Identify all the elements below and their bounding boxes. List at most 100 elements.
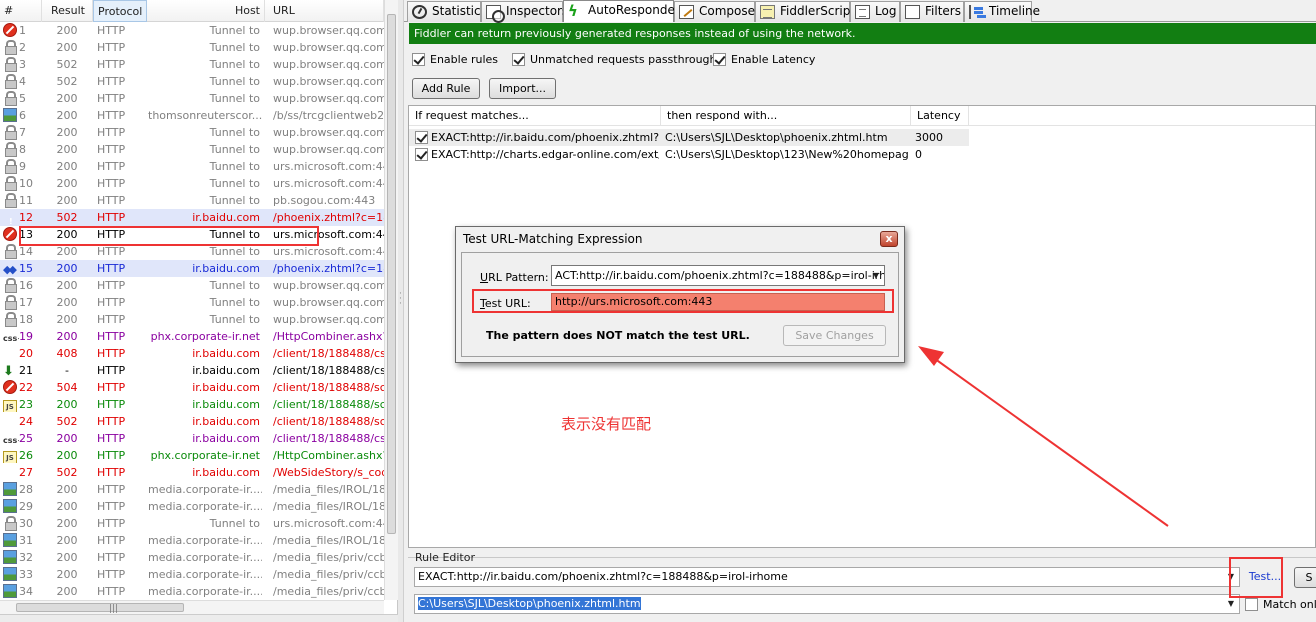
session-row[interactable]: 2 200 HTTP Tunnel to wup.browser.qq.com: xyxy=(0,39,384,56)
column-header-result[interactable]: Result xyxy=(47,0,93,22)
session-row[interactable]: 16 200 HTTP Tunnel to wup.browser.qq.com: xyxy=(0,277,384,294)
session-row[interactable]: ◆◆ 15 200 HTTP ir.baidu.com/phoenix.zhtml?c=… xyxy=(0,260,384,277)
column-header-respond[interactable]: then respond with... xyxy=(661,106,911,126)
session-url: /media_files/priv/ccbn xyxy=(273,585,384,598)
column-header-match[interactable]: If request matches... xyxy=(409,106,661,126)
scrollbar-thumb[interactable] xyxy=(387,14,396,534)
tab-statistics[interactable]: Statistics xyxy=(407,1,487,22)
session-protocol: HTTP xyxy=(97,313,126,326)
session-row[interactable]: 5 200 HTTP Tunnel to wup.browser.qq.com: xyxy=(0,90,384,107)
session-icon-cell xyxy=(3,482,19,497)
session-url: wup.browser.qq.com: xyxy=(273,24,384,37)
close-icon[interactable]: x xyxy=(880,231,898,247)
session-row[interactable]: ! 27 502 HTTP ir.baidu.com/WebSideStory/s_co… xyxy=(0,464,384,481)
lock-icon xyxy=(3,176,17,191)
session-result: 502 xyxy=(56,211,78,224)
tab-log[interactable]: Log xyxy=(850,1,900,22)
column-header-latency[interactable]: Latency xyxy=(911,106,969,126)
sessions-horizontal-scrollbar[interactable]: ||| xyxy=(0,600,384,614)
session-row[interactable]: 30 200 HTTP Tunnel to urs.microsoft.com:443 xyxy=(0,515,384,532)
tab-fiddlerscript[interactable]: FiddlerScript xyxy=(755,1,855,22)
session-row[interactable]: 29 200 HTTP media.corporate-ir.... /media_fi… xyxy=(0,498,384,515)
checkbox-icon[interactable] xyxy=(512,52,525,66)
session-host: Tunnel to xyxy=(209,177,260,190)
import-button[interactable]: Import... xyxy=(489,78,556,99)
session-row[interactable]: JS 23 200 HTTP ir.baidu.com/client/18/188488… xyxy=(0,396,384,413)
rule-row[interactable]: EXACT:http://charts.edgar-online.com/ext… xyxy=(409,146,969,163)
dropdown-arrow-icon[interactable]: ▼ xyxy=(870,266,882,285)
session-row[interactable]: 13 200 HTTP Tunnel to urs.microsoft.com:443 xyxy=(0,226,384,243)
session-result: 200 xyxy=(56,41,78,54)
session-row[interactable]: ⬇ 21 - HTTP ir.baidu.com/client/18/188488/cs… xyxy=(0,362,384,379)
session-row[interactable]: 11 200 HTTP Tunnel to pb.sogou.com:443 xyxy=(0,192,384,209)
rule-enabled-checkbox[interactable] xyxy=(415,148,428,161)
unmatched-passthrough-checkbox[interactable]: Unmatched requests passthrough xyxy=(512,52,717,68)
session-row[interactable]: ! 12 502 HTTP ir.baidu.com/phoenix.zhtml?c=1… xyxy=(0,209,384,226)
session-protocol: HTTP xyxy=(97,364,126,377)
session-row[interactable]: 14 200 HTTP Tunnel to urs.microsoft.com:443 xyxy=(0,243,384,260)
session-row[interactable]: 28 200 HTTP media.corporate-ir.... /media_fi… xyxy=(0,481,384,498)
session-row[interactable]: 34 200 HTTP media.corporate-ir.... /media_fi… xyxy=(0,583,384,600)
session-host: Tunnel to xyxy=(209,41,260,54)
session-row[interactable]: 3 502 HTTP Tunnel to wup.browser.qq.com: xyxy=(0,56,384,73)
checkbox-icon[interactable] xyxy=(1245,597,1258,611)
enable-latency-checkbox[interactable]: Enable Latency xyxy=(713,52,815,68)
column-header-url[interactable]: URL xyxy=(269,0,384,22)
image-icon xyxy=(3,482,17,496)
session-row[interactable]: 22 504 HTTP ir.baidu.com/client/18/188488/s… xyxy=(0,379,384,396)
session-row[interactable]: 9 200 HTTP Tunnel to urs.microsoft.com:443 xyxy=(0,158,384,175)
session-icon-cell xyxy=(3,295,19,310)
session-protocol: HTTP xyxy=(97,534,126,547)
session-row[interactable]: css{19 200 HTTP phx.corporate-ir.net/HttpCo… xyxy=(0,328,384,345)
session-row[interactable]: 17 200 HTTP Tunnel to wup.browser.qq.com: xyxy=(0,294,384,311)
column-header-number[interactable]: # xyxy=(0,0,42,22)
session-host: Tunnel to xyxy=(209,58,260,71)
session-url: wup.browser.qq.com: xyxy=(273,92,384,105)
tab-autoresponder[interactable]: ϟ AutoResponder xyxy=(563,0,680,22)
session-row[interactable]: 1 200 HTTP Tunnel to wup.browser.qq.com: xyxy=(0,22,384,39)
sessions-vertical-scrollbar[interactable] xyxy=(384,0,398,600)
session-url: /media_files/IROL/18/ xyxy=(273,500,384,513)
session-row[interactable]: 4 502 HTTP Tunnel to wup.browser.qq.com: xyxy=(0,73,384,90)
block-icon xyxy=(3,227,17,241)
rule-enabled-checkbox[interactable] xyxy=(415,131,428,144)
tab-timeline[interactable]: Timeline xyxy=(964,1,1040,22)
session-url: urs.microsoft.com:443 xyxy=(273,228,384,241)
column-header-protocol[interactable]: Protocol xyxy=(93,0,147,22)
add-rule-button[interactable]: Add Rule xyxy=(412,78,480,99)
session-url: wup.browser.qq.com: xyxy=(273,41,384,54)
session-row[interactable]: 10 200 HTTP Tunnel to urs.microsoft.com:443 xyxy=(0,175,384,192)
checkbox-icon[interactable] xyxy=(713,52,726,66)
tab-label: Filters xyxy=(925,4,961,18)
session-protocol: HTTP xyxy=(97,568,126,581)
session-row[interactable]: JS 26 200 HTTP phx.corporate-ir.net/HttpComb… xyxy=(0,447,384,464)
session-row[interactable]: 18 200 HTTP Tunnel to wup.browser.qq.com: xyxy=(0,311,384,328)
session-row[interactable]: 32 200 HTTP media.corporate-ir.... /media_fi… xyxy=(0,549,384,566)
column-header-host[interactable]: Host xyxy=(147,0,265,22)
session-row[interactable]: 7 200 HTTP Tunnel to wup.browser.qq.com: xyxy=(0,124,384,141)
session-result: 200 xyxy=(56,313,78,326)
save-changes-button[interactable]: Save Changes xyxy=(783,325,886,346)
tab-inspectors[interactable]: Inspectors xyxy=(481,1,568,23)
session-row[interactable]: css{25 200 HTTP ir.baidu.com/client/18/1884… xyxy=(0,430,384,447)
rule-respond-input[interactable]: C:\Users\SJL\Desktop\phoenix.zhtml.htm ▼ xyxy=(414,594,1240,614)
tab-filters[interactable]: Filters xyxy=(900,1,964,22)
enable-rules-checkbox[interactable]: Enable rules xyxy=(412,52,498,68)
session-row[interactable]: 33 200 HTTP media.corporate-ir.... /media_fi… xyxy=(0,566,384,583)
session-row[interactable]: 6 200 HTTP thomsonreuterscor... /b/ss/trcgcl… xyxy=(0,107,384,124)
match-only-checkbox[interactable]: Match only xyxy=(1245,597,1316,613)
session-row[interactable]: 8 200 HTTP Tunnel to wup.browser.qq.com: xyxy=(0,141,384,158)
session-row[interactable]: ! 24 502 HTTP ir.baidu.com/client/18/188488/… xyxy=(0,413,384,430)
session-host: Tunnel to xyxy=(209,279,260,292)
rule-row[interactable]: EXACT:http://ir.baidu.com/phoenix.zhtml?… xyxy=(409,129,969,146)
url-pattern-input[interactable]: ACT:http://ir.baidu.com/phoenix.zhtml?c=… xyxy=(551,265,885,286)
session-number: 31 xyxy=(19,534,33,547)
tab-composer[interactable]: Composer xyxy=(674,1,760,22)
scrollbar-thumb[interactable]: ||| xyxy=(16,603,184,614)
checkbox-icon[interactable] xyxy=(412,52,425,66)
sessions-list: 1 200 HTTP Tunnel to wup.browser.qq.com: 2 200… xyxy=(0,22,384,600)
session-row[interactable]: 31 200 HTTP media.corporate-ir.... /media_fi… xyxy=(0,532,384,549)
save-button[interactable]: S xyxy=(1294,567,1316,588)
rule-match-input[interactable]: EXACT:http://ir.baidu.com/phoenix.zhtml?… xyxy=(414,567,1240,587)
session-row[interactable]: ! 20 408 HTTP ir.baidu.com/client/18/188488/… xyxy=(0,345,384,362)
